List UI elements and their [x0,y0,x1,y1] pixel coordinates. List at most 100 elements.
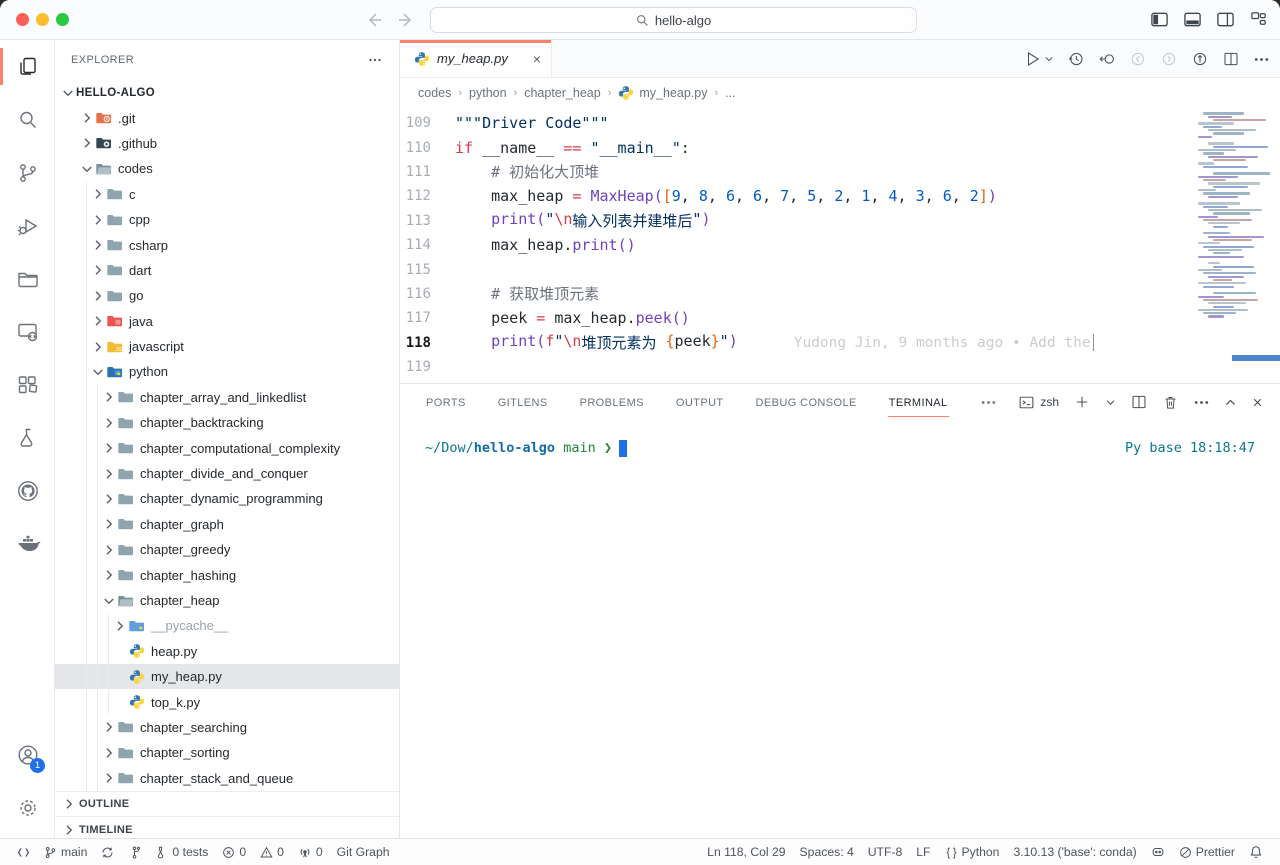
activity-search-icon[interactable] [0,93,55,146]
tree-item-heap-py[interactable]: heap.py [55,639,399,664]
sidebar-section-timeline[interactable]: TIMELINE [55,816,399,838]
breadcrumb-item[interactable]: python [469,86,507,100]
tree-item-javascript[interactable]: JSjavascript [55,334,399,359]
tree-item--git[interactable]: .git [55,105,399,130]
tree-item--github[interactable]: .github [55,131,399,156]
minimap[interactable] [1190,108,1280,390]
activity-testing-icon[interactable] [0,411,55,464]
breadcrumb-item[interactable]: chapter_heap [524,86,600,100]
panel-tab-ports[interactable]: PORTS [425,388,467,417]
status-notifications[interactable] [1242,845,1270,859]
code-line-113[interactable]: 113 print("\n输入列表并建堆后") [400,209,1190,233]
status-sync[interactable] [94,839,121,865]
activity-settings-icon[interactable] [0,781,55,834]
toggle-secondary-sidebar-icon[interactable] [1216,10,1235,29]
code-line-117[interactable]: 117 peek = max_heap.peek() [400,306,1190,330]
split-editor-icon[interactable] [1222,50,1240,68]
customize-layout-icon[interactable] [1249,10,1268,29]
navigate-back-icon[interactable] [364,10,384,30]
tree-item-dart[interactable]: dart [55,258,399,283]
panel-tab-debug-console[interactable]: DEBUG CONSOLE [755,388,858,417]
status-errors[interactable]: 0 [215,839,253,865]
tree-item-my-heap-py[interactable]: my_heap.py [55,664,399,689]
code-line-112[interactable]: 112 max_heap = MaxHeap([9, 8, 6, 6, 7, 5… [400,184,1190,208]
tree-item-top-k-py[interactable]: top_k.py [55,689,399,714]
status-indentation[interactable]: Spaces: 4 [793,845,861,859]
tree-item-java[interactable]: java [55,309,399,334]
tree-item-chapter-divide-and-conquer[interactable]: chapter_divide_and_conquer [55,461,399,486]
activity-run-and-debug-icon[interactable] [0,199,55,252]
code-line-115[interactable]: 115 [400,257,1190,281]
code-line-109[interactable]: 109"""Driver Code""" [400,111,1190,135]
activity-explorer-icon[interactable] [0,40,55,93]
breadcrumb-item[interactable]: codes [418,86,451,100]
status-python-interpreter[interactable]: 3.10.13 ('base': conda) [1006,845,1143,859]
launch-profile-dropdown-icon[interactable] [1105,397,1116,408]
tree-item-chapter-heap[interactable]: chapter_heap [55,588,399,613]
tree-item-codes[interactable]: codes [55,156,399,181]
tree-item-chapter-greedy[interactable]: chapter_greedy [55,537,399,562]
kill-terminal-icon[interactable] [1162,394,1179,411]
status-git-graph[interactable]: Git Graph [330,839,397,865]
tree-item-chapter-stack-and-queue[interactable]: chapter_stack_and_queue [55,766,399,791]
run-python-icon[interactable] [1024,50,1054,68]
code-editor[interactable]: 109"""Driver Code"""110if __name__ == "_… [400,108,1190,390]
maximize-window-button[interactable] [56,13,69,26]
panel-tab-problems[interactable]: PROBLEMS [579,388,645,417]
breadcrumb-item[interactable]: my_heap.py [618,85,707,101]
tree-item-cpp[interactable]: cpp [55,207,399,232]
toggle-panel-icon[interactable] [1183,10,1202,29]
command-center-search[interactable]: hello-algo [430,7,917,33]
git-graph-icon[interactable] [1191,50,1209,68]
tab-my-heap-py[interactable]: my_heap.py × [400,40,552,77]
panel-tabs-overflow-icon[interactable] [979,385,998,419]
activity-accounts-icon[interactable]: 1 [0,728,55,781]
previous-change-icon[interactable] [1129,50,1147,68]
breadcrumb-item[interactable]: ... [725,86,735,100]
activity-github-icon[interactable] [0,464,55,517]
explorer-more-actions-icon[interactable] [367,52,383,68]
tree-item-chapter-sorting[interactable]: chapter_sorting [55,740,399,765]
activity-docker-icon[interactable] [0,517,55,570]
status-branch[interactable]: main [37,839,94,865]
code-line-118[interactable]: 118 print(f"\n堆顶元素为 {peek}")Yudong Jin, … [400,331,1190,355]
tree-item-go[interactable]: go [55,283,399,308]
close-panel-icon[interactable] [1251,396,1264,409]
terminal[interactable]: ~/Dow/hello-algo main ❯ Py base 18:18:47 [425,440,1255,457]
tree-item-csharp[interactable]: csharp [55,232,399,257]
panel-tab-gitlens[interactable]: GITLENS [497,388,549,417]
terminal-shell-select[interactable]: zsh [1018,394,1059,411]
tree-item-chapter-computational-complexity[interactable]: chapter_computational_complexity [55,435,399,460]
status-cursor-position[interactable]: Ln 118, Col 29 [700,845,792,859]
close-tab-icon[interactable]: × [533,51,541,67]
tree-item-chapter-hashing[interactable]: chapter_hashing [55,562,399,587]
sidebar-section-outline[interactable]: OUTLINE [55,791,399,816]
status-tests[interactable]: 0 tests [148,839,215,865]
tree-item-chapter-array-and-linkedlist[interactable]: chapter_array_and_linkedlist [55,385,399,410]
tree-item-chapter-dynamic-programming[interactable]: chapter_dynamic_programming [55,486,399,511]
status-ports[interactable]: 0 [291,839,330,865]
status-git-graph-view[interactable] [121,839,148,865]
file-history-icon[interactable] [1067,50,1085,68]
next-change-icon[interactable] [1160,50,1178,68]
status-remote-indicator[interactable] [10,839,37,865]
more-actions-icon[interactable] [1193,394,1210,411]
split-terminal-icon[interactable] [1130,393,1148,411]
code-line-110[interactable]: 110if __name__ == "__main__": [400,135,1190,159]
more-actions-icon[interactable] [1253,51,1270,68]
tree-item-python[interactable]: python [55,359,399,384]
status-eol[interactable]: LF [909,845,937,859]
tree-item-chapter-graph[interactable]: chapter_graph [55,512,399,537]
minimize-window-button[interactable] [36,13,49,26]
tree-item-chapter-backtracking[interactable]: chapter_backtracking [55,410,399,435]
status-encoding[interactable]: UTF-8 [861,845,910,859]
activity-folder-explorer-icon[interactable] [0,252,55,305]
code-line-116[interactable]: 116 # 获取堆顶元素 [400,282,1190,306]
status-copilot[interactable] [1144,845,1172,859]
code-line-114[interactable]: 114 max_heap.print() [400,233,1190,257]
code-line-119[interactable]: 119 [400,355,1190,379]
tree-root-hello-algo[interactable]: HELLO-ALGO [55,80,399,105]
activity-remote-explorer-icon[interactable] [0,305,55,358]
tree-item--pycache-[interactable]: __pycache__ [55,613,399,638]
activity-source-control-icon[interactable] [0,146,55,199]
